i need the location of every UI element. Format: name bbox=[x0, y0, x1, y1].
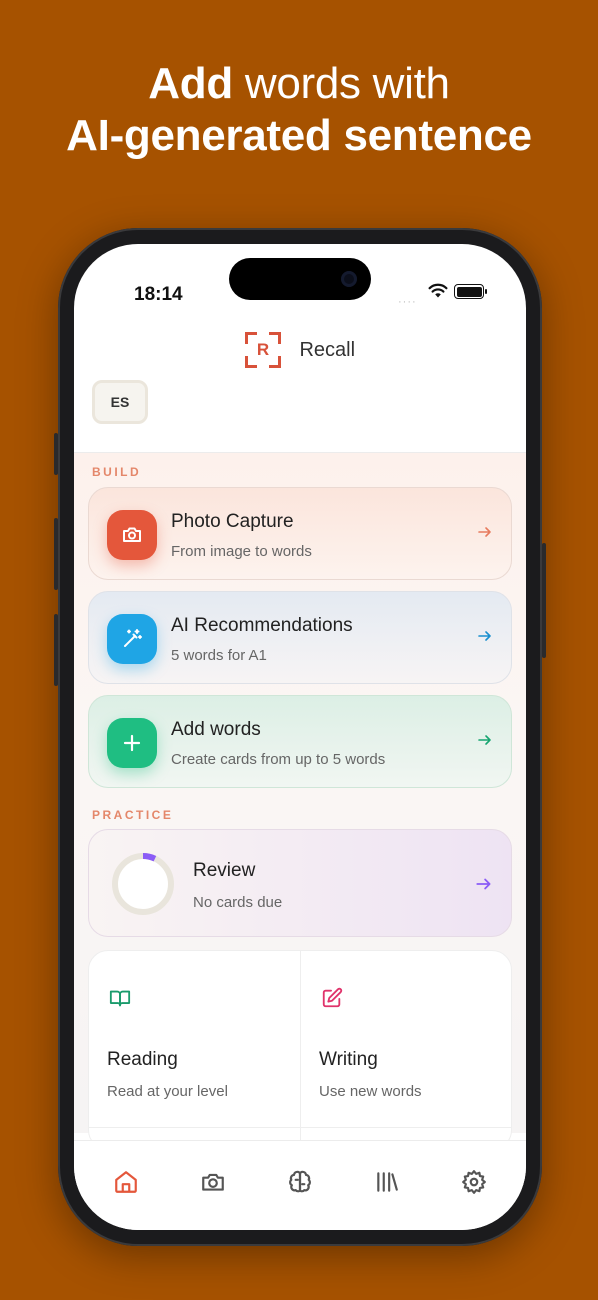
promo-headline: Add words with AI-generated sentence bbox=[0, 58, 598, 162]
home-content: BUILD Photo Capture From image to words bbox=[74, 453, 526, 1150]
signal-icon: ···· bbox=[398, 296, 417, 308]
front-camera bbox=[341, 271, 357, 287]
phone-frame: 18:14 ···· R Recall ES BUILD Photo Captu… bbox=[54, 228, 546, 1246]
card-title: Photo Capture bbox=[171, 511, 294, 532]
library-icon bbox=[377, 1172, 398, 1192]
card-title: AI Recommendations bbox=[171, 615, 353, 636]
tab-library[interactable] bbox=[372, 1167, 402, 1197]
headline-bold: Add bbox=[148, 59, 233, 108]
card-subtitle: 5 words for A1 bbox=[171, 647, 267, 664]
card-subtitle: From image to words bbox=[171, 543, 312, 560]
practice-grid: Reading Read at your level Writing Use n… bbox=[88, 950, 512, 1150]
reading-tile[interactable]: Reading Read at your level bbox=[89, 951, 300, 1127]
mute-switch bbox=[54, 433, 58, 475]
tab-camera[interactable] bbox=[198, 1167, 228, 1197]
battery-icon bbox=[454, 284, 487, 299]
volume-up-button bbox=[54, 518, 58, 590]
settings-icon bbox=[462, 1170, 486, 1194]
home-icon bbox=[115, 1171, 137, 1193]
arrow-right-icon bbox=[478, 735, 491, 745]
phone-screen: 18:14 ···· R Recall ES BUILD Photo Captu… bbox=[74, 244, 526, 1230]
section-label-build: BUILD bbox=[92, 465, 142, 479]
camera-icon bbox=[202, 1173, 224, 1191]
app-header: R Recall bbox=[74, 332, 526, 368]
arrow-right-icon bbox=[476, 878, 491, 890]
card-subtitle: Create cards from up to 5 words bbox=[171, 751, 386, 768]
add-words-card[interactable]: Add words Create cards from up to 5 word… bbox=[88, 695, 512, 788]
writing-subtitle: Use new words bbox=[319, 1083, 422, 1100]
reading-title: Reading bbox=[107, 1049, 178, 1070]
tab-settings[interactable] bbox=[459, 1167, 489, 1197]
wifi-icon bbox=[428, 283, 448, 298]
photo-capture-card[interactable]: Photo Capture From image to words bbox=[88, 487, 512, 580]
status-bar: 18:14 ···· bbox=[74, 244, 526, 308]
review-title: Review bbox=[193, 860, 256, 881]
writing-tile[interactable]: Writing Use new words bbox=[301, 951, 511, 1127]
review-subtitle: No cards due bbox=[193, 894, 283, 911]
plus-icon bbox=[107, 718, 157, 768]
headline-rest: words with bbox=[232, 59, 450, 108]
section-label-practice: PRACTICE bbox=[92, 808, 174, 822]
brain-icon bbox=[289, 1170, 311, 1193]
headline-line2: AI-generated sentence bbox=[66, 111, 532, 160]
language-selector[interactable]: ES bbox=[92, 380, 148, 424]
review-progress-ring bbox=[112, 853, 174, 915]
dynamic-island bbox=[229, 258, 371, 300]
volume-down-button bbox=[54, 614, 58, 686]
power-button bbox=[542, 543, 546, 658]
tab-bar bbox=[74, 1140, 526, 1230]
reading-subtitle: Read at your level bbox=[107, 1083, 228, 1100]
review-card[interactable]: Review No cards due bbox=[88, 829, 512, 937]
arrow-right-icon bbox=[478, 527, 491, 537]
status-time: 18:14 bbox=[134, 284, 183, 305]
camera-icon bbox=[107, 510, 157, 560]
writing-title: Writing bbox=[319, 1049, 378, 1070]
magic-wand-icon bbox=[107, 614, 157, 664]
card-title: Add words bbox=[171, 719, 261, 740]
arrow-right-icon bbox=[478, 631, 491, 641]
ai-recommendations-card[interactable]: AI Recommendations 5 words for A1 bbox=[88, 591, 512, 684]
edit-icon bbox=[322, 987, 343, 1008]
recall-logo: R bbox=[244, 332, 281, 368]
app-name: Recall bbox=[299, 338, 356, 361]
book-open-icon bbox=[109, 990, 131, 1007]
tab-brain[interactable] bbox=[285, 1167, 315, 1197]
tab-home[interactable] bbox=[111, 1167, 141, 1197]
